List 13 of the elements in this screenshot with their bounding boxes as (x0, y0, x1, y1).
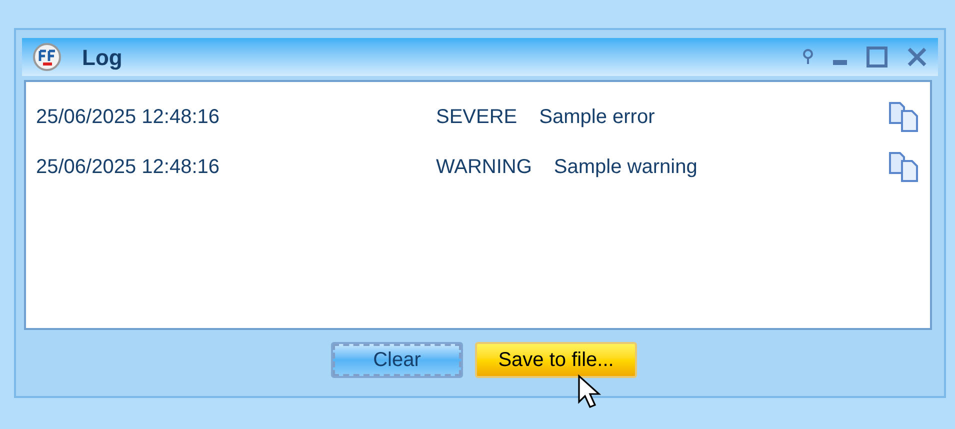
window-title: Log (82, 44, 122, 72)
timestamp: 25/06/2025 12:48:16 (36, 155, 221, 180)
log-message: Sample error (539, 105, 655, 130)
dialog-button[interactable]: Clear (331, 342, 463, 378)
maximize-icon[interactable] (866, 46, 888, 68)
dialog-button[interactable]: Save to file... (475, 342, 637, 378)
log-message: Sample warning (554, 155, 698, 180)
timestamp: 25/06/2025 12:48:16 (36, 105, 221, 130)
app-logo-icon (32, 42, 62, 72)
close-icon[interactable] (906, 46, 928, 68)
log-level: WARNING (436, 155, 532, 180)
log-level: SEVERE (436, 105, 518, 130)
pin-icon[interactable] (802, 48, 814, 66)
